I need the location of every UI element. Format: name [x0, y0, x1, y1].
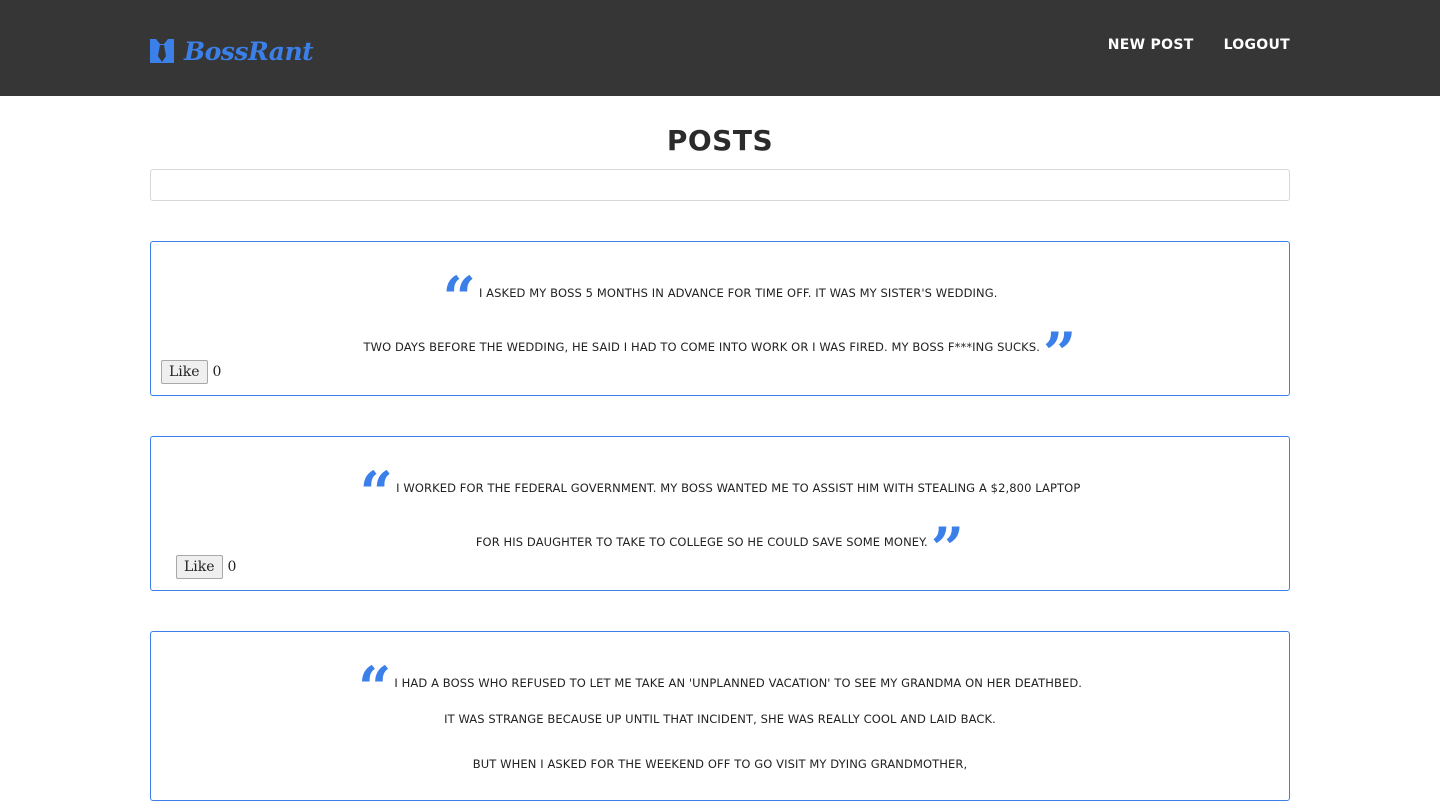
post-text: I WORKED FOR THE FEDERAL GOVERNMENT. MY … — [396, 481, 1081, 495]
post-text: I HAD A BOSS WHO REFUSED TO LET ME TAKE … — [394, 676, 1083, 690]
like-count: 0 — [227, 559, 237, 575]
like-row: Like 0 — [161, 360, 221, 384]
post-line: FOR HIS DAUGHTER TO TAKE TO COLLEGE SO H… — [475, 515, 965, 583]
nav-links: NEW POST LOGOUT — [1078, 37, 1290, 53]
new-post-link[interactable]: NEW POST — [1108, 37, 1194, 53]
like-button[interactable]: Like — [161, 360, 208, 384]
post-line: TWO DAYS BEFORE THE WEDDING, HE SAID I H… — [363, 320, 1077, 388]
post-text: IT WAS STRANGE BECAUSE UP UNTIL THAT INC… — [444, 712, 996, 726]
brand-logo[interactable]: BossRant — [150, 36, 314, 66]
post-card: “I HAD A BOSS WHO REFUSED TO LET ME TAKE… — [150, 631, 1290, 801]
post-card: “I ASKED MY BOSS 5 MONTHS IN ADVANCE FOR… — [150, 241, 1290, 396]
post-text: BUT WHEN I ASKED FOR THE WEEKEND OFF TO … — [472, 757, 968, 771]
post-text: TWO DAYS BEFORE THE WEDDING, HE SAID I H… — [363, 340, 1040, 354]
like-row: Like 0 — [176, 555, 236, 579]
post-line: “I HAD A BOSS WHO REFUSED TO LET ME TAKE… — [357, 654, 1083, 722]
brand-name: BossRant — [184, 36, 314, 66]
post-text: I ASKED MY BOSS 5 MONTHS IN ADVANCE FOR … — [478, 286, 998, 300]
post-line: IT WAS STRANGE BECAUSE UP UNTIL THAT INC… — [151, 712, 1289, 726]
like-button[interactable]: Like — [176, 555, 223, 579]
like-count: 0 — [212, 364, 222, 380]
post-line: “I WORKED FOR THE FEDERAL GOVERNMENT. MY… — [359, 459, 1081, 527]
page-title: POSTS — [666, 124, 774, 157]
post-card: “I WORKED FOR THE FEDERAL GOVERNMENT. MY… — [150, 436, 1290, 591]
post-text: FOR HIS DAUGHTER TO TAKE TO COLLEGE SO H… — [475, 535, 928, 549]
necktie-icon — [150, 39, 174, 63]
logout-link[interactable]: LOGOUT — [1224, 37, 1290, 53]
navbar: BossRant NEW POST LOGOUT — [0, 0, 1440, 96]
search-input[interactable] — [150, 169, 1290, 201]
post-line: BUT WHEN I ASKED FOR THE WEEKEND OFF TO … — [151, 757, 1289, 771]
post-line: “I ASKED MY BOSS 5 MONTHS IN ADVANCE FOR… — [442, 264, 998, 332]
